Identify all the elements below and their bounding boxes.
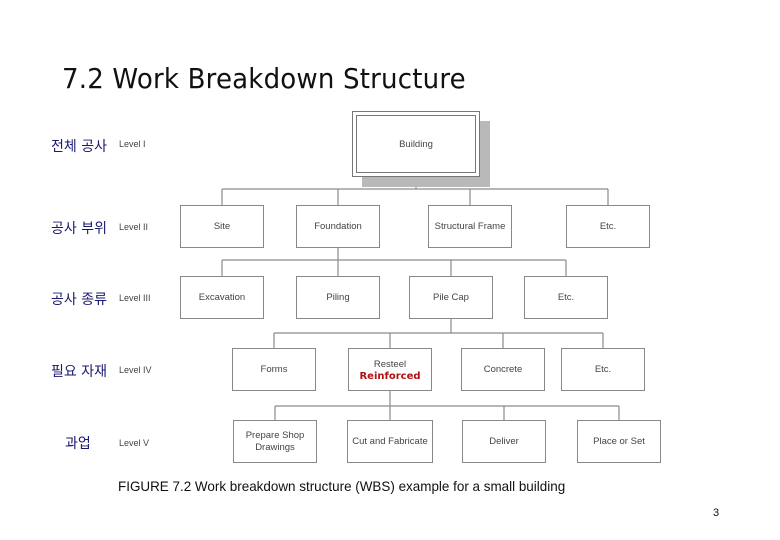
- wbs-node-etc-level2: Etc.: [566, 205, 650, 248]
- node-label-line2: Drawings: [255, 441, 295, 453]
- reinforced-annotation: Reinforced: [359, 370, 421, 382]
- level-1-label: Level I: [119, 139, 146, 149]
- wbs-node-resteel: Resteel Reinforced: [348, 348, 432, 391]
- node-label: Structural Frame: [434, 220, 506, 232]
- node-label: Resteel: [373, 358, 407, 370]
- level-2-label: Level II: [119, 222, 149, 232]
- level-4-label: Level IV: [119, 365, 152, 375]
- wbs-node-structural-frame: Structural Frame: [428, 205, 512, 248]
- wbs-node-foundation: Foundation: [296, 205, 380, 248]
- node-label: Piling: [326, 291, 350, 303]
- node-label: Etc.: [594, 363, 612, 375]
- wbs-node-pile-cap: Pile Cap: [409, 276, 493, 319]
- level-3-label: Level III: [119, 293, 151, 303]
- wbs-node-excavation: Excavation: [180, 276, 264, 319]
- node-label: Forms: [260, 363, 288, 375]
- node-label: Cut and Fabricate: [352, 435, 428, 447]
- node-label: Etc.: [599, 220, 617, 232]
- level-5-label: Level V: [119, 438, 150, 448]
- node-label: Place or Set: [593, 435, 645, 447]
- wbs-node-cut-and-fabricate: Cut and Fabricate: [347, 420, 433, 463]
- node-label: Etc.: [557, 291, 575, 303]
- wbs-node-place-or-set: Place or Set: [577, 420, 661, 463]
- figure-caption: FIGURE 7.2 Work breakdown structure (WBS…: [118, 478, 566, 494]
- node-label: Pile Cap: [433, 291, 469, 303]
- wbs-node-site: Site: [180, 205, 264, 248]
- wbs-node-forms: Forms: [232, 348, 316, 391]
- wbs-node-building: Building: [352, 111, 480, 177]
- wbs-node-etc-level3: Etc.: [524, 276, 608, 319]
- wbs-node-deliver: Deliver: [462, 420, 546, 463]
- node-label: Excavation: [198, 291, 246, 303]
- wbs-node-piling: Piling: [296, 276, 380, 319]
- wbs-node-prepare-shop-drawings: Prepare Shop Drawings: [233, 420, 317, 463]
- node-label: Prepare Shop: [245, 429, 305, 441]
- node-label: Concrete: [483, 363, 523, 375]
- wbs-node-concrete: Concrete: [461, 348, 545, 391]
- page-number: 3: [713, 507, 720, 519]
- level-5-korean-label: 과업: [65, 436, 91, 452]
- wbs-node-building-label: Building: [356, 115, 476, 173]
- level-2-korean-label: 공사 부위: [51, 221, 107, 237]
- node-label: Foundation: [314, 220, 362, 232]
- level-4-korean-label: 필요 자재: [51, 364, 107, 380]
- level-3-korean-label: 공사 종류: [51, 292, 107, 308]
- node-label: Deliver: [489, 435, 519, 447]
- node-label: Site: [213, 220, 231, 232]
- wbs-node-etc-level4: Etc.: [561, 348, 645, 391]
- level-1-korean-label: 전체 공사: [51, 139, 107, 155]
